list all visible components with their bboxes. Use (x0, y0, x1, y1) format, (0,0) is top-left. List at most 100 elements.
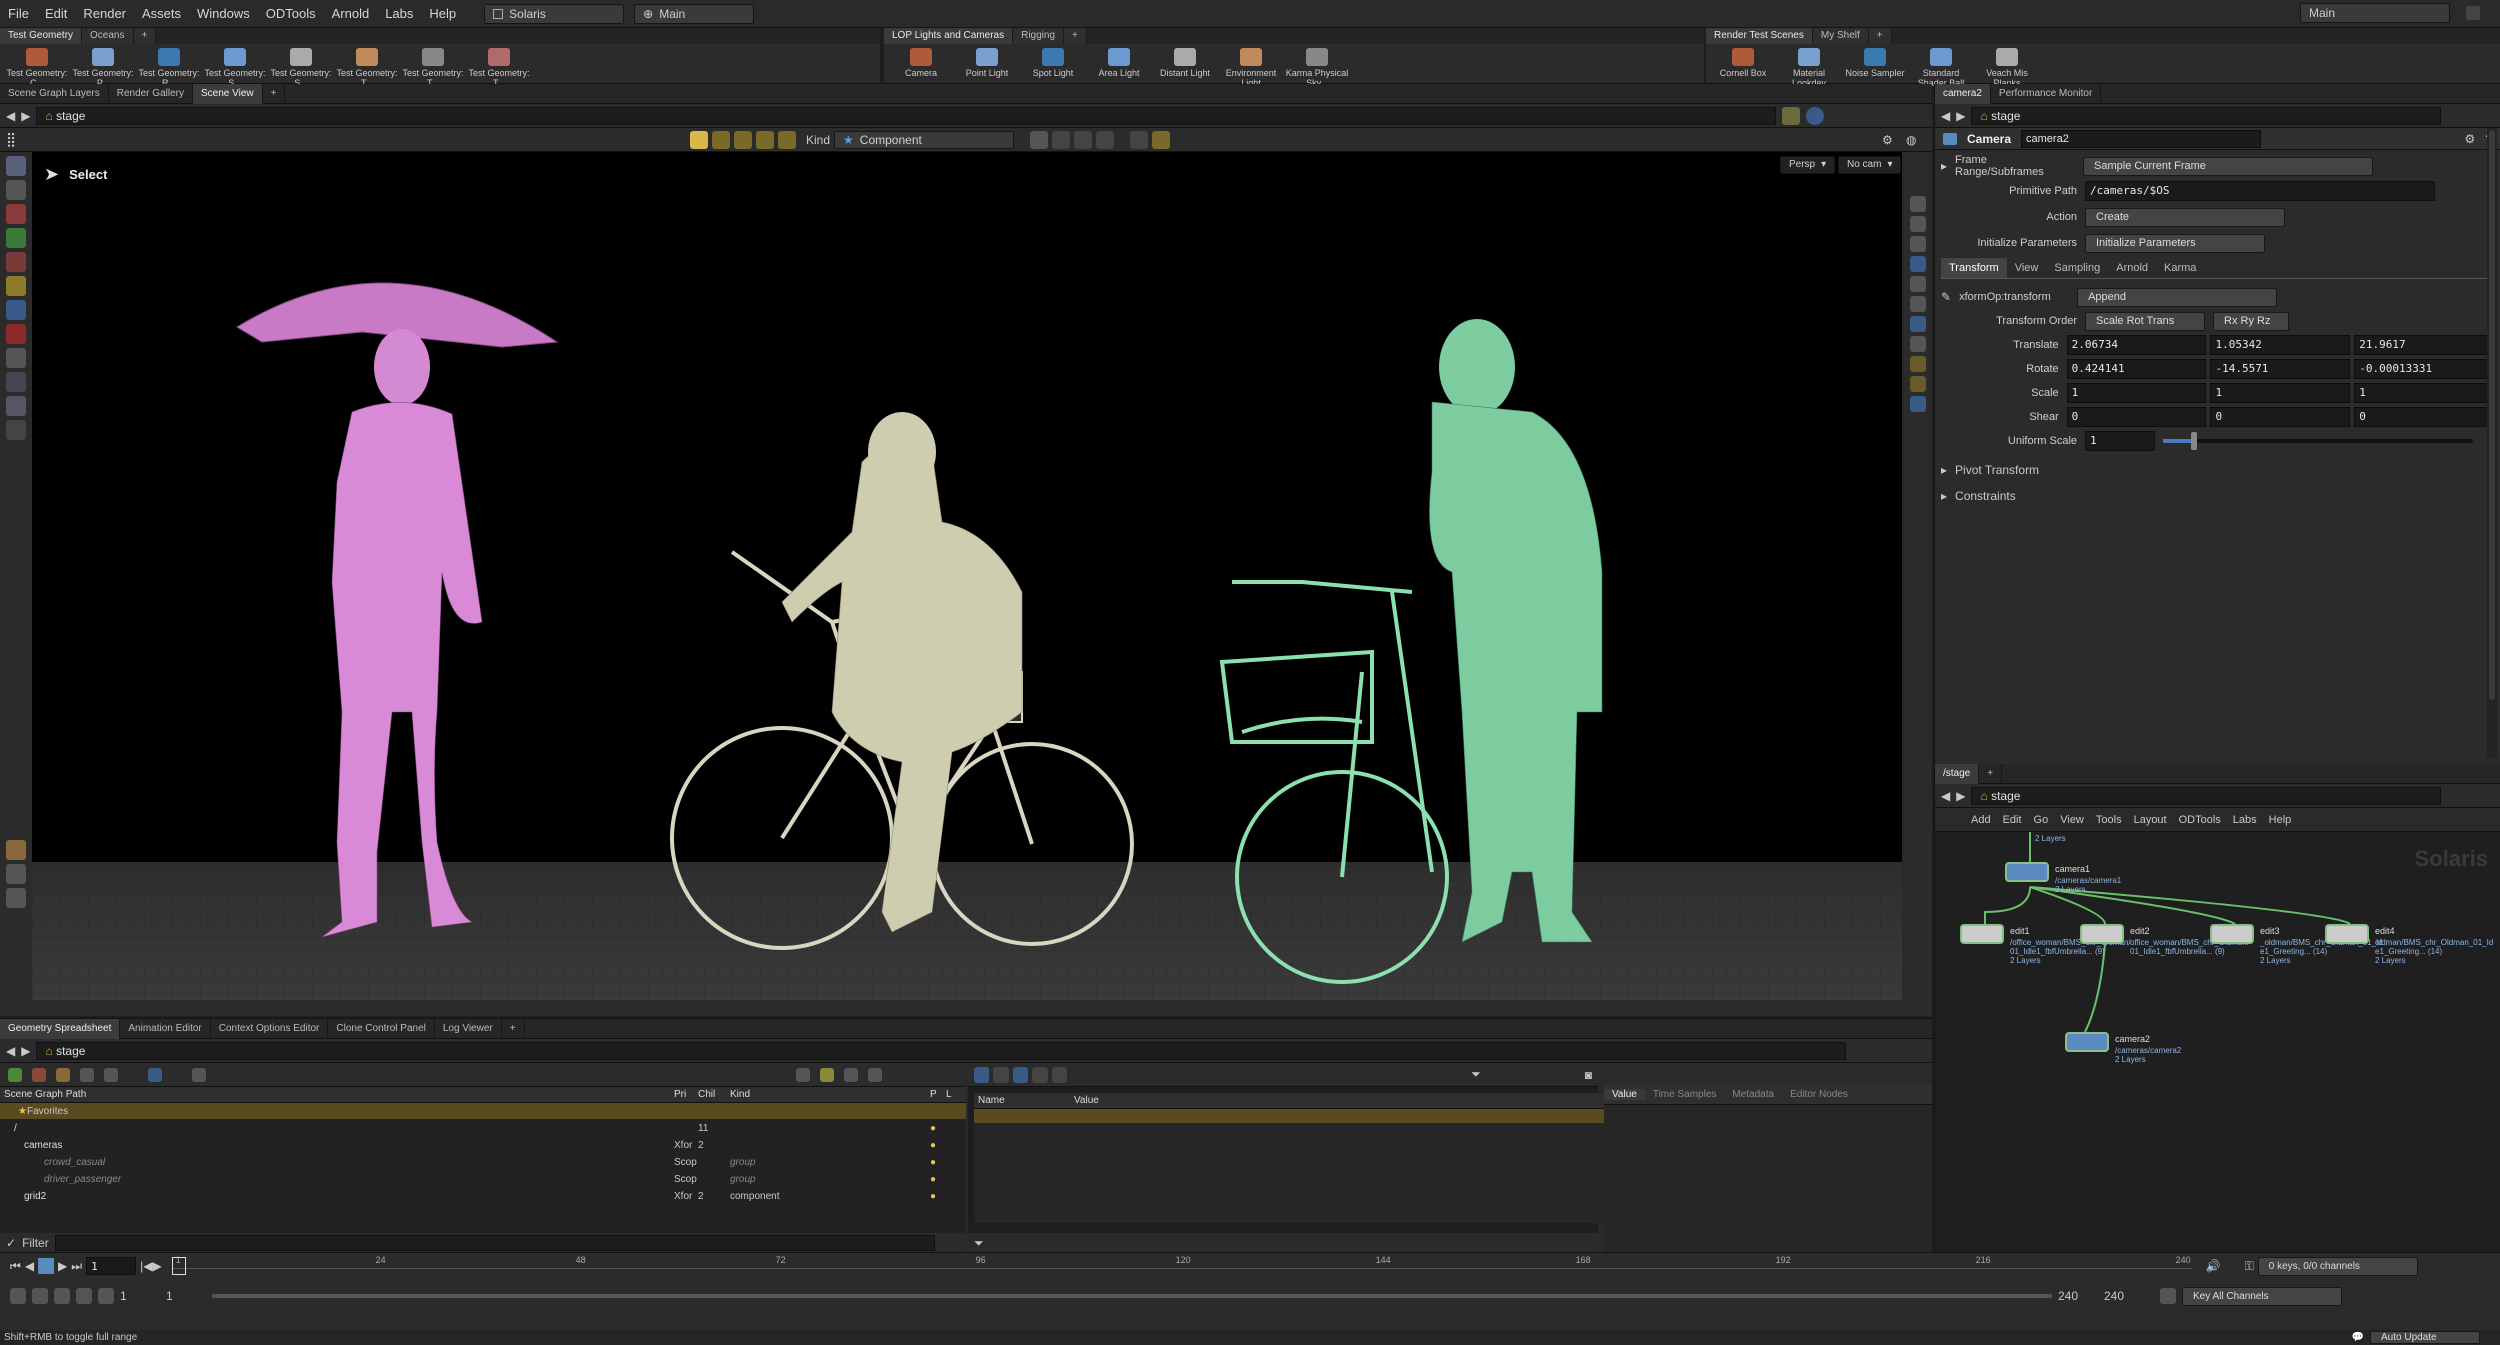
add-tab-icon[interactable]: + (1979, 764, 2003, 784)
vector-field[interactable]: 1 (2066, 383, 2207, 403)
render-region-icon[interactable] (6, 840, 26, 860)
select-tool-icon[interactable] (6, 156, 26, 176)
display-toggle-icon[interactable] (1910, 196, 1926, 212)
grid-icon[interactable] (1051, 1066, 1068, 1083)
attr-col-value[interactable]: Value (1070, 1095, 1099, 1106)
shading-icon[interactable] (1910, 236, 1926, 252)
value-tab[interactable]: Metadata (1724, 1089, 1782, 1100)
uniform-scale-field[interactable]: 1 (2085, 431, 2155, 451)
rotation-order-dropdown[interactable]: Rx Ry Rz (2213, 311, 2289, 331)
scene-graph-row[interactable]: grid2 Xfor 2 component ● (0, 1188, 966, 1205)
desktop-dropdown[interactable]: Solaris (484, 3, 625, 24)
snapshot-icon[interactable] (6, 864, 26, 884)
shelf-tool[interactable]: Karma Physical Sky... (1284, 48, 1350, 88)
light-display-icon[interactable] (1910, 356, 1926, 372)
network-node-edit1[interactable] (1960, 924, 2004, 944)
shelf-tool[interactable]: Test Geometry: T... (466, 48, 532, 88)
viewer-tab[interactable]: Scene View (192, 83, 263, 104)
vector-field[interactable]: 1.05342 (2210, 335, 2351, 355)
network-node-camera2[interactable] (2065, 1032, 2109, 1052)
select-point-icon[interactable] (778, 130, 796, 149)
hierarchy-icon[interactable] (80, 1067, 94, 1082)
scene-col[interactable]: P (930, 1089, 946, 1100)
gear-icon[interactable]: ⚙ (1882, 133, 1893, 147)
audio-icon[interactable]: 🔊 (2206, 1259, 2221, 1273)
network-menu-item[interactable]: Go (2028, 814, 2055, 826)
link-selection-icon[interactable] (148, 1067, 162, 1082)
laser-select-icon[interactable] (1096, 130, 1115, 149)
shelf-tab[interactable]: Render Test Scenes (1706, 28, 1813, 44)
forward-icon[interactable]: ▶ (1956, 109, 1965, 123)
param-subtab[interactable]: Transform (1941, 258, 2007, 278)
select-mode-icon[interactable] (690, 130, 708, 149)
gear-icon[interactable] (844, 1067, 858, 1082)
start-frame[interactable]: 1 (120, 1289, 160, 1303)
shelf-tab[interactable]: Test Geometry (0, 28, 83, 44)
network-menu-item[interactable]: Edit (1997, 814, 2028, 826)
help-icon[interactable] (868, 1067, 882, 1082)
param-scrollbar[interactable] (2487, 128, 2497, 758)
param-tab[interactable]: Performance Monitor (1991, 83, 2102, 104)
lock-tool-icon[interactable] (6, 180, 26, 200)
range-icon[interactable] (98, 1288, 114, 1304)
add-shelf-tab-icon[interactable]: + (1868, 28, 1892, 44)
add-shelf-tab-icon[interactable]: + (133, 28, 157, 44)
action-dropdown[interactable]: Create (2085, 207, 2285, 227)
select-prim-icon[interactable] (712, 130, 730, 149)
bottom-tab[interactable]: Geometry Spreadsheet (0, 1018, 121, 1039)
last-frame-icon[interactable]: ⏭ (71, 1259, 82, 1274)
box-select-icon[interactable] (1030, 130, 1049, 149)
shelf-tool[interactable]: Cornell Box (1710, 48, 1776, 88)
start-frame-2[interactable]: 1 (166, 1289, 206, 1303)
chat-icon[interactable]: 💬 (2352, 1332, 2364, 1343)
shelf-tool[interactable]: Noise Sampler (1842, 48, 1908, 88)
scale-tool-icon[interactable] (6, 252, 26, 272)
points-icon[interactable] (1910, 336, 1926, 352)
search-icon[interactable] (104, 1067, 118, 1082)
scene-col[interactable]: Scene Graph Path (4, 1089, 674, 1100)
network-node-edit4[interactable] (2325, 924, 2369, 944)
bottom-tab[interactable]: Animation Editor (120, 1018, 211, 1039)
shelf-tool[interactable]: Standard Shader Ball (1908, 48, 1974, 88)
shelf-tool[interactable]: Distant Light (1152, 48, 1218, 88)
collection-icon[interactable] (56, 1067, 70, 1082)
kind-dropdown[interactable]: ★ Component (834, 130, 1015, 149)
vector-field[interactable]: 21.9617 (2354, 335, 2495, 355)
key-filter-icon[interactable] (2160, 1288, 2176, 1304)
param-subtab[interactable]: Sampling (2046, 258, 2108, 278)
vector-field[interactable]: 0 (2066, 407, 2207, 427)
select-instance-icon[interactable] (756, 130, 774, 149)
pose-tool-icon[interactable] (6, 276, 26, 296)
ghost-icon[interactable] (1910, 276, 1926, 292)
rotate-tool-icon[interactable] (6, 228, 26, 248)
frame-step-icon[interactable]: |◀▶ (140, 1259, 162, 1273)
secure-select-icon[interactable] (1130, 130, 1149, 149)
grid-menu-icon[interactable]: ⣿ (6, 131, 16, 148)
scene-col[interactable]: Kind (730, 1089, 930, 1100)
add-prim-icon[interactable] (8, 1067, 22, 1082)
pin-prim-icon[interactable] (796, 1067, 810, 1082)
back-icon[interactable]: ◀ (1941, 789, 1950, 803)
key-all-dropdown[interactable]: Key All Channels (2182, 1286, 2342, 1306)
sync-icon[interactable] (76, 1288, 92, 1304)
attribute-selected-row[interactable] (974, 1109, 1604, 1123)
wireframe-icon[interactable] (1910, 216, 1926, 232)
rows-icon[interactable] (1032, 1066, 1048, 1083)
vector-field[interactable]: 2.06734 (2066, 335, 2207, 355)
lighting-icon[interactable] (1910, 256, 1926, 272)
frame-range-dropdown[interactable]: Sample Current Frame (2083, 156, 2374, 176)
shelf-tool[interactable]: Point Light (954, 48, 1020, 88)
init-dropdown[interactable]: Initialize Parameters (2085, 233, 2265, 253)
persp-dropdown[interactable]: Persp ▾ (1780, 156, 1836, 174)
scene-graph-row[interactable]: crowd_casual Scop group ● (0, 1154, 966, 1171)
scene-col[interactable]: L (946, 1089, 962, 1100)
bottom-tab[interactable]: Clone Control Panel (328, 1018, 435, 1039)
shelf-tool[interactable]: Camera (888, 48, 954, 88)
network-menu-item[interactable]: View (2054, 814, 2090, 826)
viewport[interactable]: y ➤ Select Persp▾ No cam▾ (32, 152, 1902, 1015)
funnel-icon[interactable]: ⏷ (974, 1236, 984, 1251)
light-select-icon[interactable] (1910, 376, 1926, 392)
time-slider[interactable]: 1 24 48 72 96 120 144 168 192 216 240 (171, 1255, 2192, 1277)
gear-icon[interactable]: ⚙ (2465, 132, 2476, 146)
shelf-tool[interactable]: Environment Light (1218, 48, 1284, 88)
